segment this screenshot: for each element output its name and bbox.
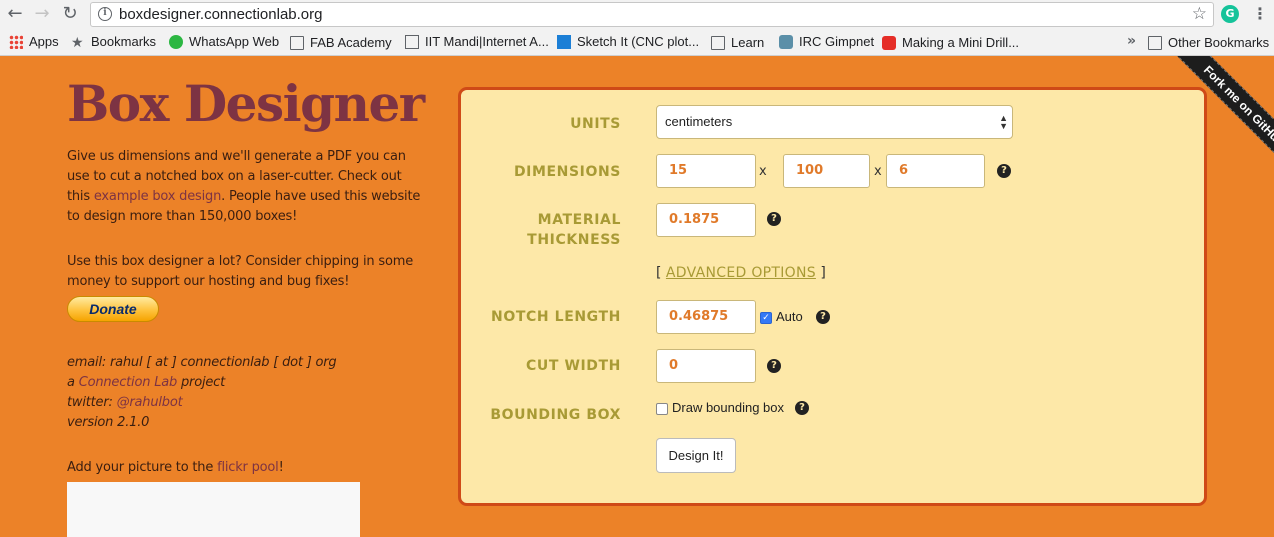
bookmark-label: Sketch It (CNC plot...: [577, 34, 700, 49]
bookmarks-bar: Apps ★ Bookmarks WhatsApp Web FAB Academ…: [0, 30, 1274, 54]
advanced-options-toggle: [ ADVANCED OPTIONS ]: [656, 265, 826, 281]
units-selected-value: centimeters: [665, 114, 733, 129]
bookmark-label: WhatsApp Web: [189, 34, 280, 49]
height-input[interactable]: 100: [783, 154, 870, 188]
project-line: a Connection Lab project: [67, 375, 225, 390]
bookmark-fab-academy[interactable]: FAB Academy: [290, 34, 392, 50]
cut-width-help-icon[interactable]: ?: [767, 359, 781, 373]
bookmark-label: IRC Gimpnet: [799, 34, 875, 49]
bookmark-mini-drill[interactable]: Making a Mini Drill...: [882, 34, 1019, 50]
bookmark-label: Apps: [29, 34, 59, 49]
width-input[interactable]: 15: [656, 154, 756, 188]
flickr-line: Add your picture to the flickr pool!: [67, 460, 284, 475]
version-line: version 2.1.0: [67, 415, 150, 430]
browser-chrome: ← → ↻ i boxdesigner.connectionlab.org ☆ …: [0, 0, 1274, 56]
reload-icon[interactable]: ↻: [60, 4, 80, 24]
cut-width-label: CUT WIDTH: [525, 358, 621, 374]
times-sign: x: [874, 164, 882, 179]
auto-checkbox[interactable]: ✓: [760, 312, 772, 324]
support-paragraph: Use this box designer a lot? Consider ch…: [67, 254, 413, 289]
twitter-line: twitter: @rahulbot: [67, 395, 183, 410]
thickness-help-icon[interactable]: ?: [767, 212, 781, 226]
url-text[interactable]: boxdesigner.connectionlab.org: [119, 6, 322, 23]
bookmark-apps[interactable]: Apps: [9, 34, 59, 49]
page-title: Box Designer: [67, 74, 425, 133]
site-info-icon[interactable]: i: [98, 7, 112, 21]
address-bar[interactable]: i boxdesigner.connectionlab.org ☆: [90, 2, 1214, 27]
bookmark-iit-mandi[interactable]: IIT Mandi|Internet A...: [405, 34, 549, 49]
bookmark-label: FAB Academy: [310, 34, 392, 50]
more-bookmarks-chevron-icon[interactable]: »: [1127, 33, 1136, 49]
units-select[interactable]: centimeters ▲ ▼: [656, 105, 1013, 139]
back-arrow-icon[interactable]: ←: [5, 4, 25, 24]
contact-info: email: rahul [ at ] connectionlab [ dot …: [67, 353, 427, 433]
bookmark-star-icon[interactable]: ☆: [1192, 4, 1207, 24]
bookmark-label: Other Bookmarks: [1168, 34, 1270, 50]
flickr-pool-link[interactable]: flickr pool: [217, 460, 279, 475]
bookmark-label: Learn: [731, 34, 765, 50]
bookmark-irc-gimpnet[interactable]: IRC Gimpnet: [779, 34, 874, 49]
page-content: Box Designer Give us dimensions and we'l…: [0, 56, 1274, 537]
donate-button[interactable]: Donate: [67, 296, 159, 322]
dimensions-label: DIMENSIONS: [513, 164, 621, 180]
youtube-icon: [882, 36, 896, 50]
folder-icon: [290, 36, 304, 50]
bounding-box-help-icon[interactable]: ?: [795, 401, 809, 415]
connection-lab-link[interactable]: Connection Lab: [79, 375, 178, 390]
bounding-box-check-label[interactable]: Draw bounding box: [672, 400, 784, 415]
units-label: UNITS: [570, 116, 621, 132]
star-icon: ★: [71, 33, 84, 50]
folder-icon: [711, 36, 725, 50]
select-arrows-icon: ▲ ▼: [999, 113, 1008, 131]
bookmark-bookmarks[interactable]: ★ Bookmarks: [71, 34, 156, 49]
times-sign: x: [759, 164, 767, 179]
bounding-box-checkbox[interactable]: [656, 403, 668, 415]
email-line: email: rahul [ at ] connectionlab [ dot …: [67, 355, 337, 370]
bookmark-label: Making a Mini Drill...: [902, 34, 1020, 50]
thickness-label: MATERIAL THICKNESS: [527, 212, 621, 248]
bookmark-label: Bookmarks: [91, 34, 157, 49]
bookmark-other[interactable]: Other Bookmarks: [1148, 34, 1269, 50]
box-form: UNITS centimeters ▲ ▼ DIMENSIONS 15 x 100…: [458, 87, 1207, 506]
bookmark-label: IIT Mandi|Internet A...: [425, 34, 549, 49]
cut-width-input[interactable]: 0: [656, 349, 756, 383]
whatsapp-icon: [169, 34, 183, 49]
auto-label[interactable]: Auto: [776, 309, 803, 324]
sketch-icon: [557, 34, 571, 49]
grammarly-extension-icon[interactable]: G: [1221, 5, 1239, 23]
dimensions-help-icon[interactable]: ?: [997, 164, 1011, 178]
notch-length-input[interactable]: 0.46875: [656, 300, 756, 334]
notch-help-icon[interactable]: ?: [816, 310, 830, 324]
intro-paragraph: Give us dimensions and we'll generate a …: [67, 149, 421, 224]
depth-input[interactable]: 6: [886, 154, 985, 188]
github-ribbon: Fork me on GitHub: [1134, 56, 1274, 196]
apps-grid-icon: [9, 34, 23, 49]
design-it-button[interactable]: Design It!: [656, 438, 736, 473]
bounding-box-label: BOUNDING BOX: [490, 407, 621, 423]
example-box-link[interactable]: example box design: [94, 189, 221, 204]
bookmark-whatsapp[interactable]: WhatsApp Web: [169, 34, 279, 49]
bookmark-sketch-it[interactable]: Sketch It (CNC plot...: [557, 34, 699, 49]
thickness-input[interactable]: 0.1875: [656, 203, 756, 237]
twitter-link[interactable]: @rahulbot: [117, 395, 183, 410]
bookmark-learn[interactable]: Learn: [711, 34, 764, 50]
folder-icon: [1148, 36, 1162, 50]
forward-arrow-icon[interactable]: →: [32, 4, 52, 24]
notch-length-label: NOTCH LENGTH: [491, 309, 621, 325]
fork-on-github-link[interactable]: Fork me on GitHub: [1164, 56, 1274, 186]
advanced-options-link[interactable]: ADVANCED OPTIONS: [666, 265, 816, 281]
irc-icon: [779, 34, 793, 49]
page-icon: [405, 34, 419, 49]
browser-menu-icon[interactable]: ⋮: [1252, 4, 1268, 23]
flickr-widget[interactable]: [67, 482, 360, 537]
